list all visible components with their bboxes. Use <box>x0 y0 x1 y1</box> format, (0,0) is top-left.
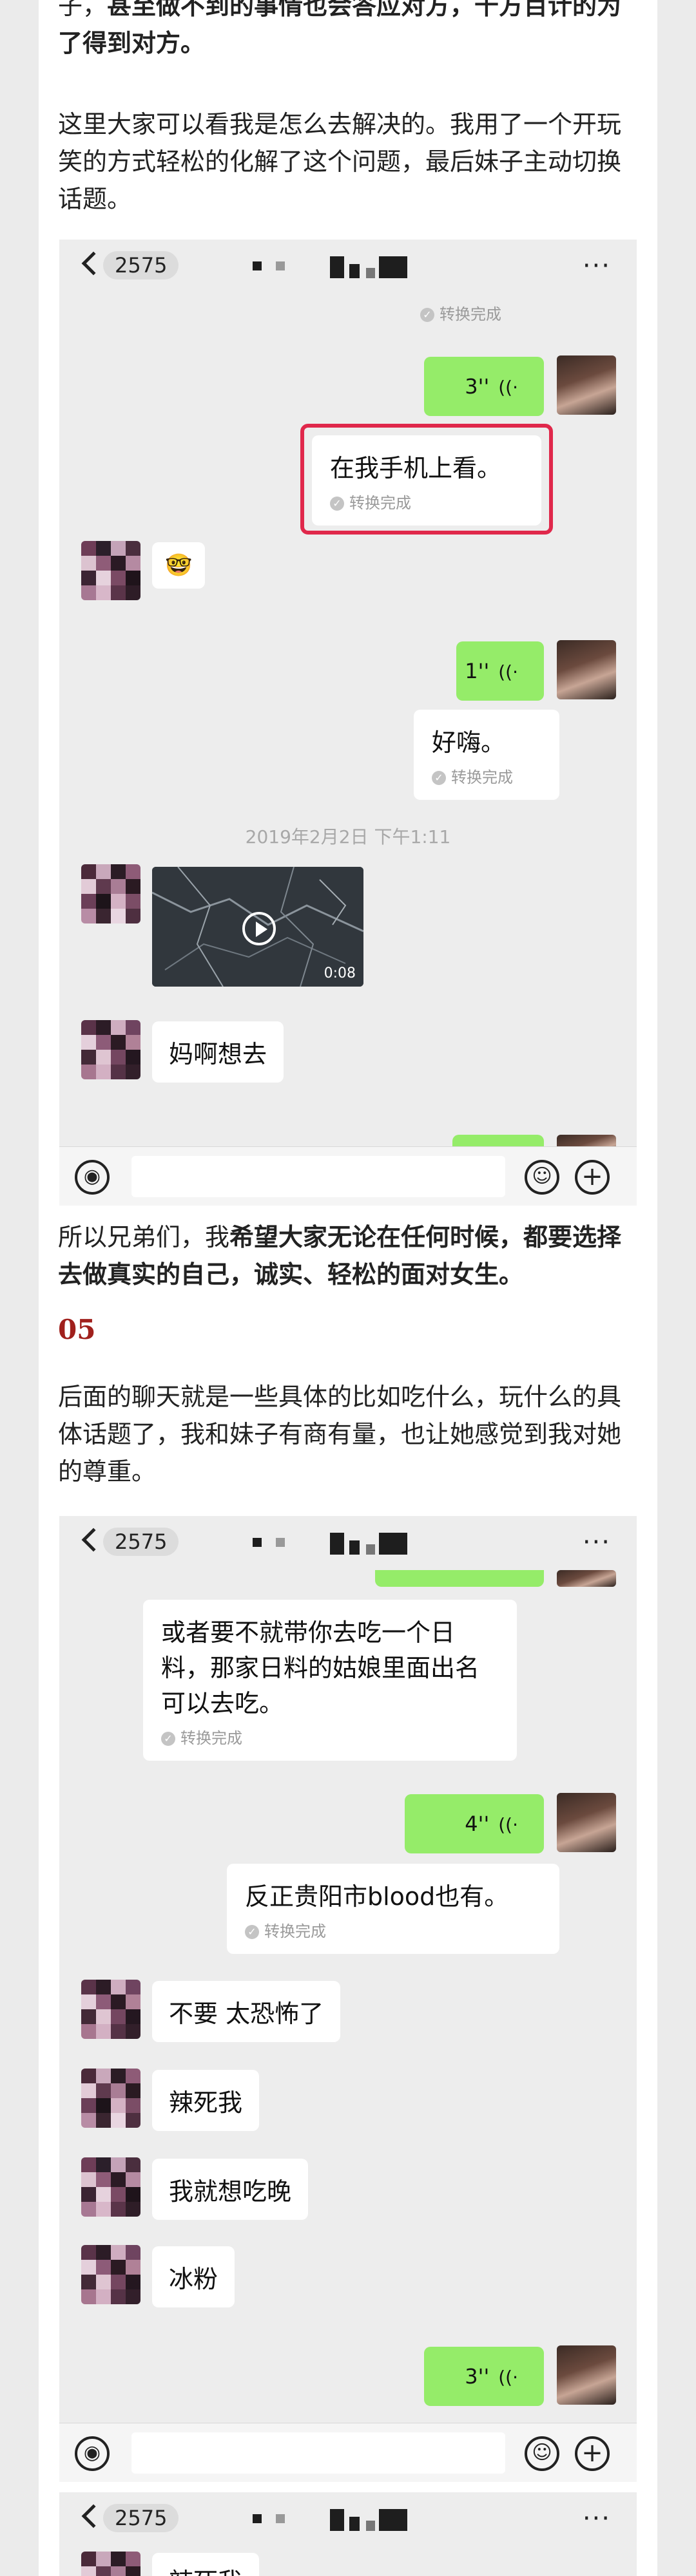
self-avatar[interactable] <box>557 1793 616 1852</box>
video-message[interactable]: 0:08 <box>152 867 363 987</box>
chat-input-bar: ◉ ☺ + <box>59 2423 637 2482</box>
paragraph-bold-text: 甚至做不到的事情也会答应对方，千方百计的为了得到对方。 <box>58 0 622 57</box>
chat-screenshot-1: 2575 ··· ✓ 转换完成 3'' ((· 在我手机上看。 ✓ 转换完成 🤓 1'… <box>59 240 637 1206</box>
message-input[interactable] <box>131 1156 505 1197</box>
play-icon <box>242 912 276 945</box>
plus-icon[interactable]: + <box>575 2436 610 2471</box>
converted-text: 转换完成 <box>440 305 501 323</box>
paragraph-text: 所以兄弟们，我 <box>58 1223 230 1251</box>
contact-avatar[interactable] <box>81 2245 140 2304</box>
message-bubble-contact[interactable]: 辣死我 <box>152 2553 260 2576</box>
converted-label: ✓ 转换完成 <box>330 490 523 513</box>
contact-avatar[interactable] <box>81 2157 140 2217</box>
emoji-icon[interactable]: ☺ <box>525 1160 559 1195</box>
message-bubble-contact[interactable]: 妈啊想去 <box>152 1021 284 1083</box>
message-input[interactable] <box>131 2432 505 2474</box>
voice-duration: 3'' <box>465 2364 490 2389</box>
plus-icon[interactable]: + <box>575 1160 610 1195</box>
emoji-icon[interactable]: ☺ <box>525 2436 559 2471</box>
voice-duration: 4'' <box>465 1812 490 1836</box>
contact-avatar[interactable] <box>81 1020 140 1079</box>
back-button[interactable]: 2575 <box>81 1528 179 1556</box>
message-bubble-self[interactable]: 好嗨。 ✓ 转换完成 <box>414 710 559 800</box>
message-bubble-self[interactable]: 或者要不就带你去吃一个日料，那家日料的姑娘里面出名可以去吃。 ✓ 转换完成 <box>143 1600 517 1761</box>
message-text: 或者要不就带你去吃一个日料，那家日料的姑娘里面出名可以去吃。 <box>161 1618 480 1718</box>
section-number: 05 <box>58 1314 96 1345</box>
check-icon: ✓ <box>330 497 344 511</box>
voice-message-bubble[interactable]: 1'' ((· <box>456 641 544 701</box>
self-avatar[interactable] <box>557 640 616 699</box>
article-paragraph-4: 后面的聊天就是一些具体的比如吃什么，玩什么的具体话题了，我和妹子有商有量，也让她… <box>58 1383 622 1486</box>
contact-avatar[interactable] <box>81 2552 140 2576</box>
chevron-left-icon <box>81 1528 106 1552</box>
converted-text: 转换完成 <box>180 1729 242 1747</box>
voice-input-icon[interactable]: ◉ <box>75 1160 110 1195</box>
chat-top-bar: 2575 ··· <box>59 1516 637 1570</box>
converted-label: ✓ 转换完成 <box>245 1918 541 1941</box>
back-button[interactable]: 2575 <box>81 2504 179 2532</box>
article-paragraph-3: 所以兄弟们，我希望大家无论在任何时候，都要选择去做真实的自己，诚实、轻松的面对女… <box>58 1218 625 1293</box>
message-text: 在我手机上看。 <box>330 454 502 482</box>
more-options-icon[interactable]: ··· <box>583 251 611 281</box>
converted-label: ✓ 转换完成 <box>432 764 541 787</box>
paragraph-text: 子， <box>58 0 108 20</box>
unread-count: 2575 <box>103 2504 179 2532</box>
voice-message-bubble[interactable]: 3'' ((· <box>424 2347 544 2406</box>
voice-wave-icon: ((· <box>498 377 518 398</box>
contact-avatar[interactable] <box>81 541 140 600</box>
voice-wave-icon: ((· <box>498 2367 518 2388</box>
check-icon: ✓ <box>245 1925 259 1939</box>
video-duration: 0:08 <box>324 965 356 981</box>
chat-input-bar: ◉ ☺ + <box>59 1146 637 1206</box>
converted-label: ✓ 转换完成 <box>420 301 501 324</box>
message-bubble-self[interactable]: 在我手机上看。 ✓ 转换完成 <box>312 435 541 526</box>
voice-message-bubble[interactable]: 3'' ((· <box>424 357 544 416</box>
contact-name-blurred <box>253 1533 446 1555</box>
contact-avatar[interactable] <box>81 864 140 923</box>
converted-text: 转换完成 <box>264 1922 326 1940</box>
message-bubble-contact[interactable]: 不要 太恐怖了 <box>152 1981 341 2042</box>
article-paragraph-1: 子，甚至做不到的事情也会答应对方，千方百计的为了得到对方。 <box>58 0 625 62</box>
voice-wave-icon: ((· <box>498 661 518 683</box>
converted-text: 转换完成 <box>349 494 411 512</box>
chat-screenshot-2: 2575 ··· 或者要不就带你去吃一个日料，那家日料的姑娘里面出名可以去吃。 … <box>59 1516 637 2482</box>
converted-label: ✓ 转换完成 <box>161 1725 499 1748</box>
contact-name-blurred <box>253 2509 446 2531</box>
voice-input-icon[interactable]: ◉ <box>75 2436 110 2471</box>
message-text: 反正贵阳市blood也有。 <box>245 1882 509 1911</box>
self-avatar[interactable] <box>557 2345 616 2405</box>
self-avatar[interactable] <box>557 355 616 415</box>
voice-message-bubble[interactable]: 4'' ((· <box>405 1794 544 1853</box>
chat-top-bar: 2575 ··· <box>59 2492 637 2546</box>
check-icon: ✓ <box>420 308 434 322</box>
chat-top-bar: 2575 ··· <box>59 240 637 294</box>
more-options-icon[interactable]: ··· <box>583 1528 611 1557</box>
message-bubble-self[interactable]: 反正贵阳市blood也有。 ✓ 转换完成 <box>227 1864 559 1954</box>
chat-timestamp: 2019年2月2日 下午1:11 <box>245 826 451 848</box>
unread-count: 2575 <box>103 251 179 279</box>
voice-duration: 3'' <box>465 374 490 399</box>
check-icon: ✓ <box>432 771 446 785</box>
check-icon: ✓ <box>161 1732 175 1746</box>
contact-avatar[interactable] <box>81 1980 140 2039</box>
message-bubble-contact[interactable]: 我就想吃晚 <box>152 2159 309 2220</box>
message-bubble-contact[interactable]: 冰粉 <box>152 2246 235 2307</box>
more-options-icon[interactable]: ··· <box>583 2504 611 2533</box>
message-bubble-contact[interactable]: 辣死我 <box>152 2070 260 2131</box>
voice-wave-icon: ((· <box>498 1814 518 1835</box>
unread-count: 2575 <box>103 1528 179 1556</box>
back-button[interactable]: 2575 <box>81 251 179 279</box>
chat-screenshot-3: 2575 ··· 辣死我 <box>59 2492 637 2576</box>
contact-avatar[interactable] <box>81 2069 140 2128</box>
self-avatar[interactable] <box>557 1570 616 1587</box>
chevron-left-icon <box>81 2504 106 2528</box>
voice-duration: 1'' <box>465 659 490 683</box>
emoji-message-bubble[interactable]: 🤓 <box>152 542 206 589</box>
message-text: 好嗨。 <box>432 728 506 757</box>
contact-name-blurred <box>253 256 446 278</box>
voice-message-bubble[interactable] <box>375 1570 544 1587</box>
converted-text: 转换完成 <box>451 768 513 786</box>
article-paragraph-2: 这里大家可以看我是怎么去解决的。我用了一个开玩笑的方式轻松的化解了这个问题，最后… <box>58 110 622 213</box>
chevron-left-icon <box>81 251 106 276</box>
